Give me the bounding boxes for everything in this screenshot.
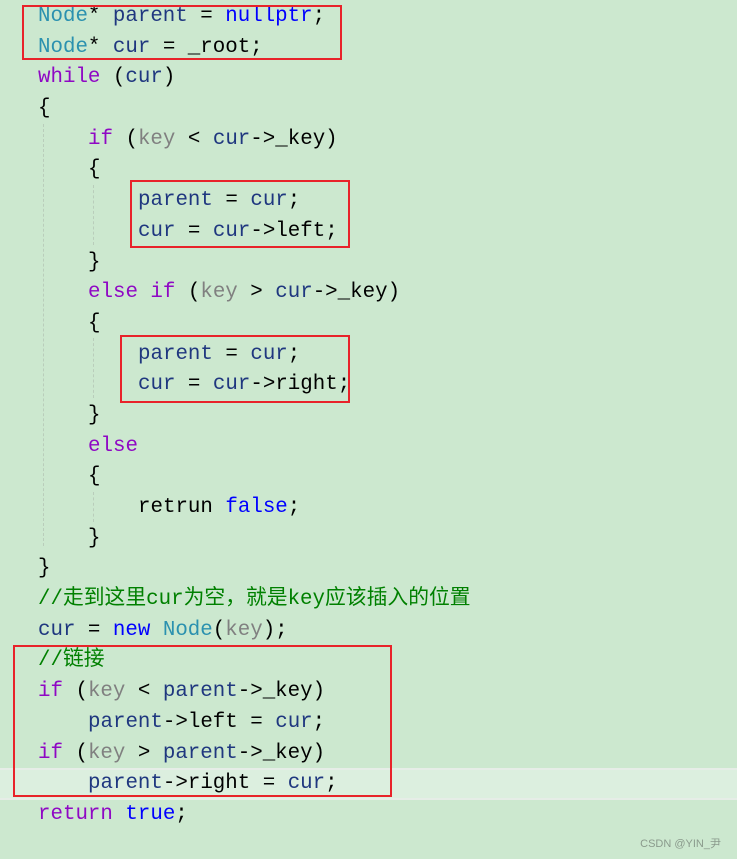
code-line[interactable]: while (cur) xyxy=(38,63,471,94)
code-line[interactable]: cur = new Node(key); xyxy=(38,616,471,647)
code-line[interactable]: else xyxy=(38,432,471,463)
highlight-box-declarations xyxy=(22,5,342,60)
code-token: key xyxy=(137,127,176,151)
code-token: cur xyxy=(212,127,251,151)
highlight-box-right-branch xyxy=(120,335,350,403)
code-line[interactable]: { xyxy=(38,462,471,493)
code-token: { xyxy=(38,97,51,121)
code-line[interactable]: if (key < cur->_key) xyxy=(38,125,471,156)
code-token: { xyxy=(88,465,101,489)
code-token: } xyxy=(38,557,51,581)
code-line[interactable]: return true; xyxy=(38,800,471,831)
code-token: else if xyxy=(88,281,176,305)
code-token: new xyxy=(112,618,151,642)
code-token: return xyxy=(38,802,113,826)
code-token: ( xyxy=(100,66,126,90)
code-token: cur xyxy=(125,66,163,90)
code-token: { xyxy=(88,311,101,335)
code-token: true xyxy=(125,802,176,826)
code-token: ; xyxy=(175,802,188,826)
code-line[interactable]: } xyxy=(38,554,471,585)
highlight-box-left-branch xyxy=(130,180,350,248)
code-token: ->_key) xyxy=(250,127,338,151)
code-token: ) xyxy=(162,66,176,90)
code-token: = xyxy=(75,618,113,642)
code-token: false xyxy=(225,496,288,519)
code-token: cur xyxy=(38,618,76,642)
watermark: CSDN @YIN_尹 xyxy=(640,838,721,850)
code-token: retrun xyxy=(138,496,226,519)
code-token: ; xyxy=(287,496,301,519)
code-token: else xyxy=(88,434,138,458)
code-token: ->_key) xyxy=(312,281,401,305)
code-token: ( xyxy=(212,618,226,642)
code-line[interactable]: else if (key > cur->_key) xyxy=(38,278,471,309)
code-token: } xyxy=(88,250,101,274)
code-token: Node xyxy=(162,618,213,642)
code-line[interactable]: } xyxy=(38,401,471,432)
code-token: if xyxy=(88,127,113,151)
code-token: key xyxy=(225,618,263,642)
code-line[interactable]: retrun false; xyxy=(38,493,471,524)
code-line[interactable]: } xyxy=(38,248,471,279)
code-token: } xyxy=(88,403,101,427)
code-token: key xyxy=(200,281,238,305)
code-token: ); xyxy=(262,618,288,642)
code-token: ( xyxy=(112,127,138,151)
highlight-box-link xyxy=(13,645,392,797)
code-line[interactable]: //走到这里cur为空，就是key应该插入的位置 xyxy=(38,585,471,616)
code-token: cur xyxy=(275,281,313,305)
code-token: //走到这里cur为空，就是key应该插入的位置 xyxy=(38,588,471,612)
code-token: } xyxy=(88,526,101,550)
code-token: ( xyxy=(175,281,201,305)
code-line[interactable]: { xyxy=(38,94,471,125)
code-token: < xyxy=(175,127,213,151)
code-token: { xyxy=(88,158,101,182)
code-token: while xyxy=(38,66,101,90)
code-token: > xyxy=(237,281,276,305)
code-line[interactable]: } xyxy=(38,524,471,555)
